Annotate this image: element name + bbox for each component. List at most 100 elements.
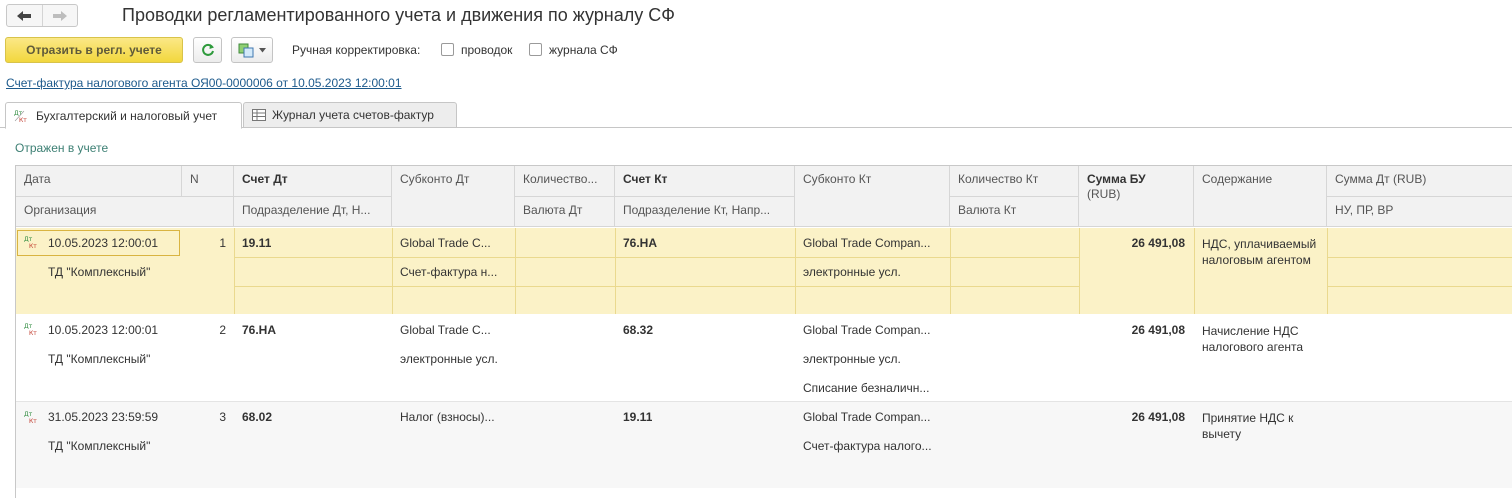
journal-correction-checkbox[interactable] [529, 43, 542, 56]
cell-date: 10.05.2023 12:00:01 [48, 323, 159, 337]
arrow-right-icon [52, 10, 67, 21]
cell-n: 2 [219, 323, 226, 337]
col-header-sum-bu-label: Сумма БУ [1087, 172, 1146, 186]
col-header-sum-dt[interactable]: Сумма Дт (RUB) [1327, 166, 1512, 197]
tab-accounting[interactable]: Дт Кт Бухгалтерский и налоговый учет [5, 102, 242, 129]
manual-correction-label: Ручная корректировка: [292, 43, 421, 57]
col-header-cur-dt[interactable]: Валюта Дт [515, 197, 615, 227]
row-divider [1327, 286, 1512, 287]
cell-sub-dt: электронные усл. [400, 352, 498, 366]
dropdown-arrow-icon [259, 47, 266, 52]
col-header-date[interactable]: Дата [16, 166, 182, 197]
refresh-icon [201, 43, 214, 56]
table-icon [252, 109, 266, 121]
svg-text:Дт: Дт [24, 323, 33, 330]
row-divider [950, 228, 951, 314]
cell-sub-kt: Счет-фактура налого... [803, 439, 932, 453]
cell-acc-dt: 19.11 [242, 236, 272, 250]
debit-credit-icon: ДтКт [24, 323, 37, 336]
debit-credit-icon: ДтКт [24, 236, 37, 249]
tab-invoice-journal-label: Журнал учета счетов-фактур [272, 108, 434, 122]
cell-n: 1 [219, 236, 226, 250]
cell-sub-dt: Счет-фактура н... [400, 265, 498, 279]
row-divider [234, 257, 1079, 258]
col-header-org[interactable]: Организация [16, 197, 234, 227]
cell-sub-kt: Global Trade Compan... [803, 323, 931, 337]
cell-content: НДС, уплачиваемый налоговым агентом [1202, 237, 1317, 267]
svg-text:Дт: Дт [24, 236, 33, 243]
cell-content: Начисление НДС налогового агента [1202, 324, 1304, 354]
svg-text:Кт: Кт [19, 117, 27, 123]
col-header-nu-pr-vr[interactable]: НУ, ПР, ВР [1327, 197, 1512, 227]
entries-correction-checkbox[interactable] [441, 43, 454, 56]
reflection-status: Отражен в учете [15, 141, 109, 155]
back-button[interactable] [7, 5, 42, 26]
cell-date: 10.05.2023 12:00:01 [48, 236, 159, 250]
cell-acc-dt: 76.НА [242, 323, 277, 337]
row-divider [795, 228, 796, 314]
history-nav [6, 4, 78, 27]
col-header-sum-bu-currency: (RUB) [1087, 187, 1121, 201]
row-divider [234, 228, 235, 314]
cell-org: ТД "Комплексный" [48, 439, 151, 453]
row-divider [615, 228, 616, 314]
col-header-acc-dt[interactable]: Счет Дт [234, 166, 392, 197]
cell-sub-kt: Global Trade Compan... [803, 410, 931, 424]
cell-sub-kt: электронные усл. [803, 352, 901, 366]
row-divider [515, 228, 516, 314]
svg-text:Кт: Кт [29, 330, 37, 336]
cell-org: ТД "Комплексный" [48, 265, 151, 279]
structure-menu-button[interactable] [231, 37, 273, 63]
document-structure-icon [238, 43, 254, 57]
col-header-dept-dt[interactable]: Подразделение Дт, Н... [234, 197, 392, 227]
col-header-qty-dt[interactable]: Количество... [515, 166, 615, 197]
col-header-dept-kt[interactable]: Подразделение Кт, Напр... [615, 197, 795, 227]
arrow-left-icon [17, 10, 32, 21]
reflect-in-accounting-button[interactable]: Отразить в регл. учете [5, 37, 183, 63]
cell-acc-dt: 68.02 [242, 410, 273, 424]
row-divider [1194, 228, 1195, 314]
row-divider [1327, 228, 1328, 314]
col-header-content[interactable]: Содержание [1194, 166, 1327, 227]
row-divider [1327, 257, 1512, 258]
col-header-n[interactable]: N [182, 166, 234, 197]
cell-sum: 26 491,08 [1131, 410, 1185, 424]
cell-acc-kt: 19.11 [623, 410, 653, 424]
cell-n: 3 [219, 410, 226, 424]
cell-sub-kt: Global Trade Compan... [803, 236, 931, 250]
row-divider [392, 228, 393, 314]
col-header-sub-dt[interactable]: Субконто Дт [392, 166, 515, 227]
col-header-sum-bu[interactable]: Сумма БУ (RUB) [1079, 166, 1194, 227]
cell-sub-dt: Global Trade C... [400, 323, 491, 337]
cell-acc-kt: 68.32 [623, 323, 654, 337]
svg-text:Дт: Дт [24, 411, 33, 418]
cell-sub-dt: Налог (взносы)... [400, 410, 495, 424]
svg-text:Кт: Кт [29, 418, 37, 424]
cell-sub-kt: электронные усл. [803, 265, 901, 279]
cell-date: 31.05.2023 23:59:59 [48, 410, 159, 424]
cell-sum: 26 491,08 [1131, 323, 1185, 337]
cell-sub-kt: Списание безналичн... [803, 381, 930, 395]
col-header-sub-kt[interactable]: Субконто Кт [795, 166, 950, 227]
document-link[interactable]: Счет-фактура налогового агента ОЯ00-0000… [6, 76, 402, 90]
cell-acc-kt: 76.НА [623, 236, 658, 250]
forward-button[interactable] [41, 5, 78, 26]
refresh-button[interactable] [193, 37, 222, 63]
tab-invoice-journal[interactable]: Журнал учета счетов-фактур [243, 102, 457, 128]
journal-correction-label: журнала СФ [549, 43, 618, 57]
cell-sum: 26 491,08 [1131, 236, 1185, 250]
svg-text:Кт: Кт [29, 243, 37, 249]
cell-content: Принятие НДС к вычету [1202, 411, 1294, 441]
entries-table: Дата N Организация Счет Дт Подразделение… [15, 165, 1512, 498]
col-header-qty-kt[interactable]: Количество Кт [950, 166, 1079, 197]
row-divider [234, 286, 1079, 287]
debit-credit-icon: ДтКт [24, 411, 37, 424]
tab-accounting-label: Бухгалтерский и налоговый учет [36, 108, 218, 123]
entries-correction-label: проводок [461, 43, 513, 57]
col-header-cur-kt[interactable]: Валюта Кт [950, 197, 1079, 227]
page-title: Проводки регламентированного учета и дви… [122, 5, 675, 25]
col-header-acc-kt[interactable]: Счет Кт [615, 166, 795, 197]
cell-org: ТД "Комплексный" [48, 352, 151, 366]
debit-credit-icon: ДтКт [14, 109, 30, 123]
cell-sub-dt: Global Trade C... [400, 236, 491, 250]
